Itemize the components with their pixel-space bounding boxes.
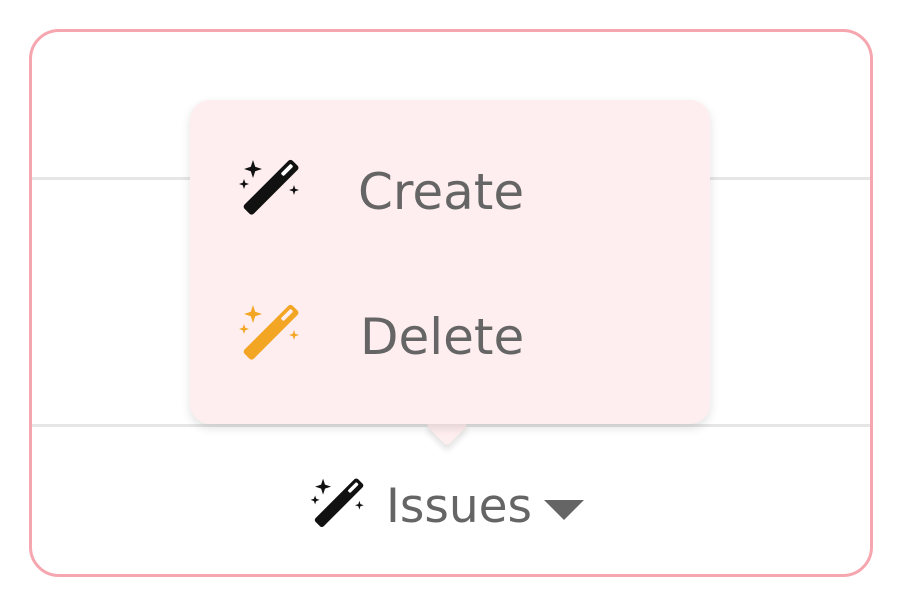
magic-wand-icon [308, 476, 370, 538]
magic-wand-icon [236, 302, 306, 372]
magic-wand-icon [236, 157, 306, 227]
chevron-down-icon [544, 500, 584, 520]
menu-item-delete-label: Delete [360, 308, 525, 366]
menu-item-create-label: Create [358, 163, 525, 221]
issues-dropdown-button[interactable]: Issues [308, 472, 598, 542]
menu-item-delete[interactable]: Delete [190, 280, 710, 400]
issues-dropdown-menu: Create Delete [190, 100, 710, 424]
menu-item-create[interactable]: Create [190, 135, 710, 255]
issues-button-label: Issues [386, 479, 533, 534]
